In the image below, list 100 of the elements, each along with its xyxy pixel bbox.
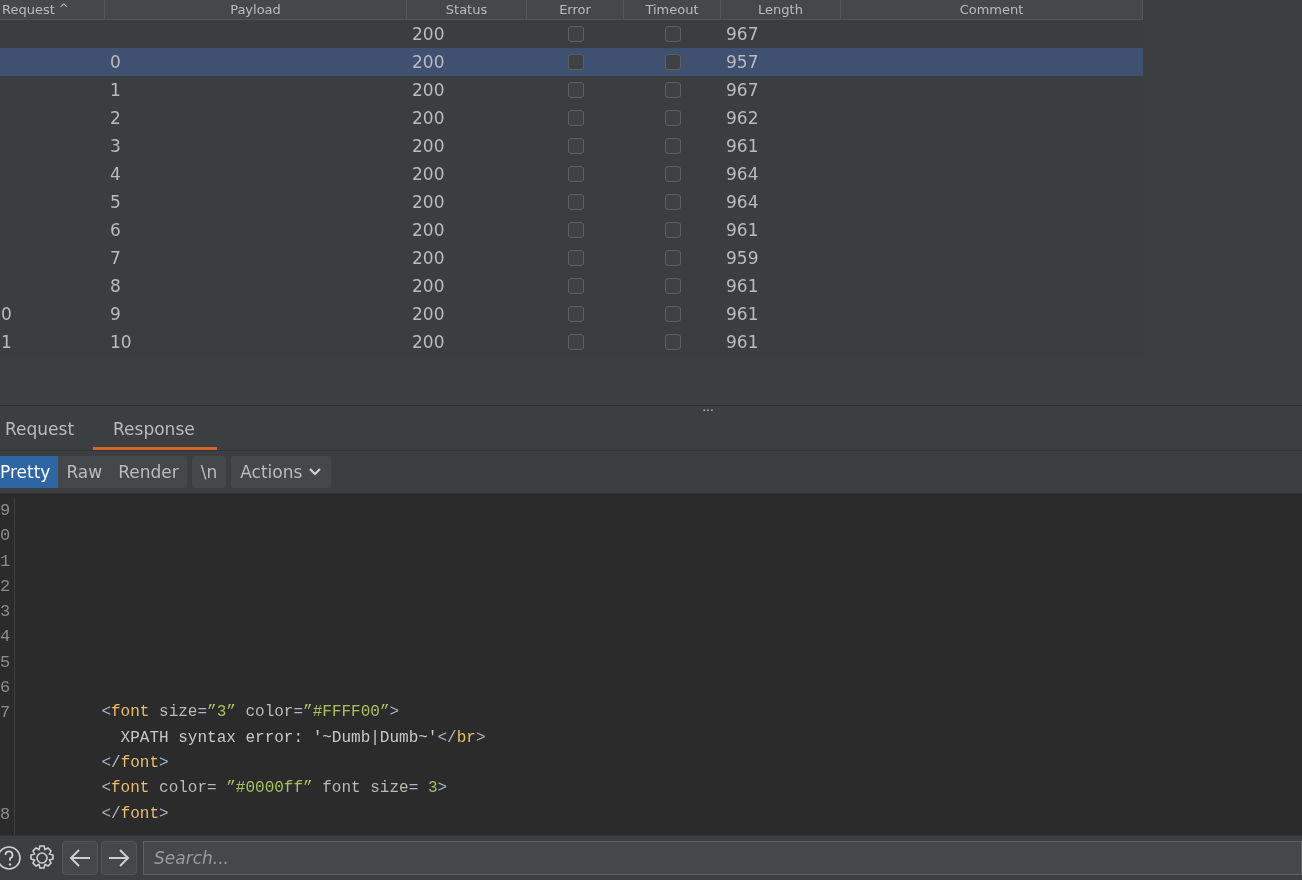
- column-header[interactable]: Payload: [230, 1, 281, 18]
- code-line: XPATH syntax error: '~Dumb|Dumb~'</br>: [119, 728, 486, 747]
- code-line: </font>: [100, 804, 169, 823]
- table-row[interactable]: 2 200 962: [0, 104, 1143, 132]
- checkbox[interactable]: [664, 222, 681, 238]
- actions-button[interactable]: Actions: [231, 456, 332, 488]
- column-header[interactable]: Status: [445, 1, 488, 18]
- table-cell: 10: [110, 332, 132, 352]
- forward-button[interactable]: [101, 841, 137, 875]
- line-number: 7: [0, 703, 11, 723]
- column-header[interactable]: Timeout: [645, 1, 699, 18]
- column-header[interactable]: Comment: [959, 1, 1024, 18]
- table-row[interactable]: 8 200 961: [0, 272, 1143, 300]
- table-cell: 967: [726, 80, 759, 100]
- checkbox[interactable]: [567, 82, 584, 98]
- table-cell: 964: [726, 192, 759, 212]
- table-row[interactable]: 6 200 961: [0, 216, 1143, 244]
- checkbox[interactable]: [567, 334, 584, 350]
- table-row[interactable]: 3 200 961: [0, 132, 1143, 160]
- line-number: 2: [0, 576, 11, 596]
- column-header[interactable]: Request: [2, 1, 55, 18]
- view-button[interactable]: Raw: [58, 456, 111, 488]
- table-row[interactable]: 7 200 959: [0, 244, 1143, 272]
- checkbox[interactable]: [664, 250, 681, 266]
- checkbox[interactable]: [567, 54, 584, 70]
- table-cell: 961: [726, 136, 759, 156]
- checkbox[interactable]: [664, 54, 681, 70]
- line-number: 6: [0, 678, 11, 698]
- table-cell: 1: [1, 332, 12, 352]
- arrow-right-icon: [107, 848, 131, 868]
- code-line: </font>: [100, 753, 169, 772]
- table-cell: 961: [726, 332, 759, 352]
- table-cell: 200: [412, 192, 445, 212]
- checkbox[interactable]: [567, 166, 584, 182]
- checkbox[interactable]: [664, 110, 681, 126]
- checkbox[interactable]: [567, 26, 584, 42]
- table-cell: 200: [412, 136, 445, 156]
- line-number: 9: [0, 501, 11, 520]
- table-cell: 200: [412, 220, 445, 240]
- line-number: 1: [0, 551, 11, 571]
- checkbox[interactable]: [664, 334, 681, 350]
- checkbox[interactable]: [567, 278, 584, 294]
- checkbox[interactable]: [664, 306, 681, 322]
- table-cell: 0: [110, 52, 121, 72]
- table-cell: 0: [1, 304, 12, 324]
- table-row[interactable]: 0 200 957: [0, 48, 1143, 76]
- table-cell: 961: [726, 304, 759, 324]
- tab[interactable]: Request: [0, 419, 80, 450]
- table-cell: 7: [110, 248, 121, 268]
- table-cell: 961: [726, 276, 759, 296]
- table-cell: 5: [110, 192, 121, 212]
- checkbox[interactable]: [664, 138, 681, 154]
- table-cell: 200: [412, 52, 445, 72]
- checkbox[interactable]: [664, 26, 681, 42]
- checkbox[interactable]: [664, 194, 681, 210]
- table-row[interactable]: 5 200 964: [0, 188, 1143, 216]
- line-number: 8: [0, 804, 11, 824]
- search-field[interactable]: Search...: [143, 841, 1302, 875]
- table-cell: 200: [412, 80, 445, 100]
- table-cell: 959: [726, 248, 759, 268]
- code-line: <font color= ”#0000ff” font size= 3>: [100, 779, 448, 798]
- table-cell: 957: [726, 52, 759, 72]
- column-header[interactable]: Error: [559, 1, 591, 18]
- view-button[interactable]: Render: [110, 456, 187, 488]
- table-row[interactable]: 1 10 200 961: [0, 328, 1143, 356]
- table-cell: 964: [726, 164, 759, 184]
- back-button[interactable]: [62, 841, 98, 875]
- checkbox[interactable]: [567, 194, 584, 210]
- table-cell: 200: [412, 332, 445, 352]
- table-cell: 200: [412, 24, 445, 44]
- table-cell: 200: [412, 108, 445, 128]
- column-header[interactable]: Length: [758, 1, 803, 18]
- table-row[interactable]: 4 200 964: [0, 160, 1143, 188]
- checkbox[interactable]: [664, 278, 681, 294]
- help-icon[interactable]: [0, 845, 22, 871]
- chevron-down-icon: [308, 467, 323, 477]
- table-row[interactable]: 0 9 200 961: [0, 300, 1143, 328]
- checkbox[interactable]: [567, 110, 584, 126]
- table-cell: 8: [110, 276, 121, 296]
- line-number: 3: [0, 602, 11, 622]
- tab[interactable]: Response: [93, 419, 217, 450]
- table-cell: 962: [726, 108, 759, 128]
- table-row[interactable]: 1 200 967: [0, 76, 1143, 104]
- sort-indicator: ^: [58, 1, 69, 18]
- table-row[interactable]: 200 967: [0, 20, 1143, 48]
- table-cell: 961: [726, 220, 759, 240]
- splitter-handle[interactable]: ...: [702, 404, 714, 410]
- code-line: <font size=”3” color=”#FFFF00”>: [100, 703, 400, 722]
- checkbox[interactable]: [567, 222, 584, 238]
- newline-button[interactable]: \n: [191, 456, 227, 488]
- table-cell: 9: [110, 304, 121, 324]
- checkbox[interactable]: [567, 138, 584, 154]
- table-cell: 1: [110, 80, 121, 100]
- checkbox[interactable]: [664, 166, 681, 182]
- checkbox[interactable]: [664, 82, 681, 98]
- table-cell: 967: [726, 24, 759, 44]
- checkbox[interactable]: [567, 250, 584, 266]
- view-button[interactable]: Pretty: [0, 456, 59, 488]
- checkbox[interactable]: [567, 306, 584, 322]
- table-cell: 200: [412, 248, 445, 268]
